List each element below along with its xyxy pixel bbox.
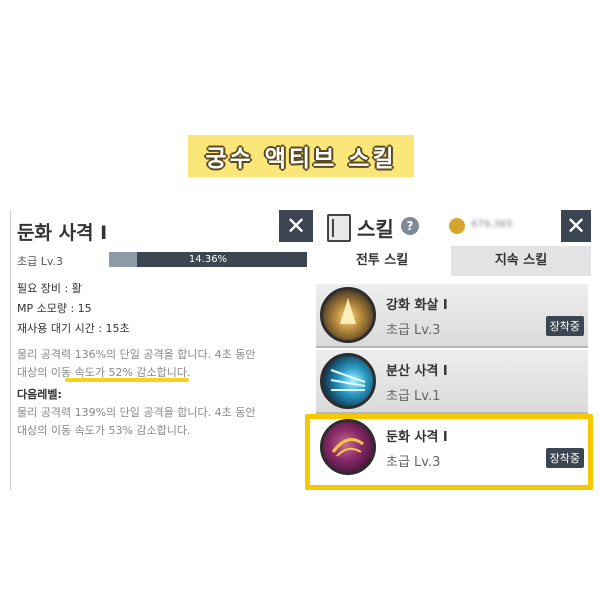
mp-cost: MP 소모량 : 15: [17, 302, 92, 315]
skill-card-power-arrow[interactable]: 강화 화살 I 초급 Lv.3 장착중: [316, 284, 588, 348]
arrow-power-icon: [320, 287, 376, 343]
highlight-underline: [65, 378, 189, 382]
detail-grade: 초급 Lv.3: [17, 255, 64, 268]
tab-combat-skills[interactable]: 전투 스킬: [313, 246, 451, 276]
close-icon: ✕: [565, 212, 587, 240]
skill-window-close-button[interactable]: ✕: [561, 210, 591, 242]
selected-skill-highlight: [305, 414, 593, 490]
banner-title: 궁수 액티브 스킬: [205, 146, 397, 172]
book-icon: [327, 214, 351, 242]
help-icon[interactable]: ?: [401, 217, 419, 235]
skill-grade: 초급 Lv.3: [386, 323, 441, 338]
equipped-badge: 장착중: [545, 316, 584, 336]
required-equip: 필요 장비 : 활: [17, 282, 82, 295]
multi-arrow-icon: [320, 353, 376, 409]
skill-progress-text: 14.36%: [188, 254, 228, 265]
coin-icon: [449, 218, 465, 234]
skill-description: 물리 공격력 136%의 단일 공격을 합니다. 4초 동안 대상의 이동 속도…: [17, 346, 307, 382]
next-line-2: 대상의 이동 속도가 53% 감소합니다.: [17, 424, 191, 437]
detail-title: 둔화 사격 I: [17, 222, 108, 244]
skill-card-scatter-shot[interactable]: 분산 사격 I 초급 Lv.1: [316, 350, 588, 414]
skill-grade: 초급 Lv.1: [386, 389, 441, 404]
title-banner: 궁수 액티브 스킬: [188, 135, 414, 177]
next-level-description: 물리 공격력 139%의 단일 공격을 합니다. 4초 동안 대상의 이동 속도…: [17, 404, 307, 440]
next-level-label: 다음레벨:: [17, 388, 62, 401]
skill-name: 분산 사격 I: [386, 364, 448, 379]
next-line-1: 물리 공격력 139%의 단일 공격을 합니다. 4초 동안: [17, 406, 256, 419]
desc-line-1: 물리 공격력 136%의 단일 공격을 합니다. 4초 동안: [17, 348, 256, 361]
detail-close-button[interactable]: ✕: [279, 210, 313, 242]
cooldown: 재사용 대기 시간 : 15초: [17, 322, 130, 335]
skill-name: 강화 화살 I: [386, 298, 448, 313]
tab-passive-skills[interactable]: 지속 스킬: [451, 246, 591, 276]
close-icon: ✕: [285, 212, 307, 240]
skill-detail-panel: 둔화 사격 I ✕ 초급 Lv.3 14.36% 필요 장비 : 활 MP 소모…: [10, 210, 313, 490]
skill-window-header: 스킬 ? 679,365 ✕: [313, 210, 591, 246]
currency-value: 679,365: [471, 219, 513, 230]
skill-progress-bar: 14.36%: [109, 252, 307, 267]
skill-window-title: 스킬: [357, 217, 394, 241]
